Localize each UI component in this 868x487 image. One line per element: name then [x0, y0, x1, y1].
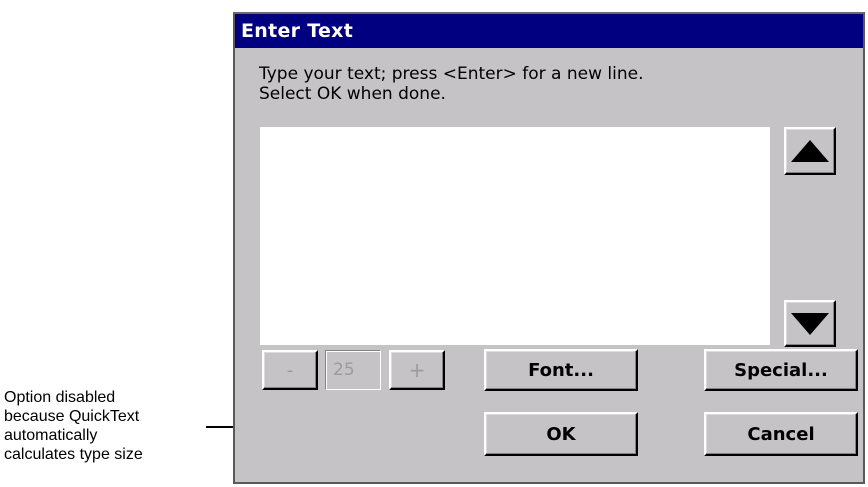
- callout-line-1: Option disabled: [4, 389, 116, 406]
- type-size-field: 25: [325, 350, 381, 390]
- scroll-down-button[interactable]: [784, 300, 836, 347]
- special-button[interactable]: Special...: [704, 349, 858, 391]
- ok-button[interactable]: OK: [484, 412, 638, 456]
- callout-line-4: calculates type size: [4, 446, 143, 463]
- callout-line-3: automatically: [4, 427, 98, 444]
- scroll-up-button[interactable]: [784, 127, 836, 175]
- dialog-title: Enter Text: [235, 14, 863, 48]
- triangle-up-icon: [791, 140, 829, 162]
- stage: Option disabled because QuickText automa…: [0, 0, 868, 487]
- size-increase-button: +: [389, 350, 445, 390]
- instructions: Type your text; press <Enter> for a new …: [259, 64, 819, 104]
- size-decrease-button: -: [262, 350, 318, 390]
- callout-note: Option disabled because QuickText automa…: [4, 388, 204, 464]
- triangle-down-icon: [791, 312, 829, 335]
- instruction-line-1: Type your text; press <Enter> for a new …: [259, 64, 644, 84]
- instruction-line-2: Select OK when done.: [259, 84, 446, 104]
- font-button[interactable]: Font...: [484, 349, 638, 391]
- text-entry-field[interactable]: [260, 127, 770, 345]
- enter-text-dialog: Enter Text Type your text; press <Enter>…: [233, 12, 865, 484]
- cancel-button[interactable]: Cancel: [704, 412, 858, 456]
- callout-line-2: because QuickText: [4, 408, 140, 425]
